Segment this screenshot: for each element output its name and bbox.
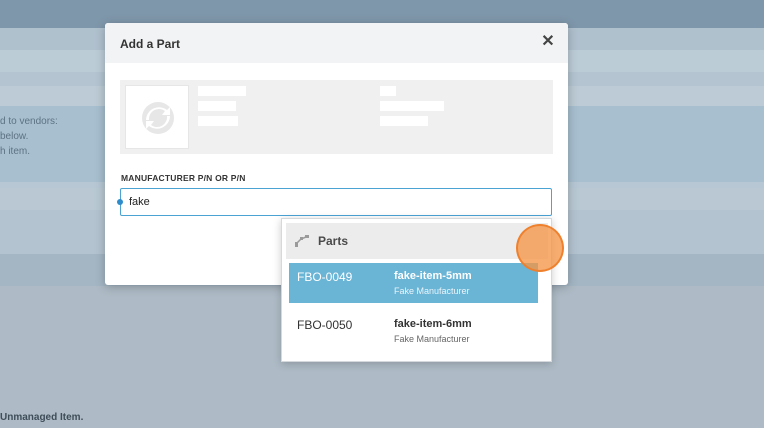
background-info-text: d to vendors: xyxy=(0,116,58,127)
text-placeholder xyxy=(380,86,396,96)
part-image-placeholder xyxy=(125,85,189,149)
text-placeholder xyxy=(198,86,246,96)
dropdown-section-label: Parts xyxy=(318,234,349,248)
modal-title: Add a Part xyxy=(120,37,181,51)
part-option[interactable]: FBO-0050 fake-item-6mm Fake Manufacturer xyxy=(289,311,538,351)
part-number-input[interactable] xyxy=(129,194,539,210)
parts-icon xyxy=(294,234,310,253)
text-placeholder xyxy=(198,116,238,126)
text-placeholder xyxy=(198,101,236,111)
dropdown-section-header: Parts xyxy=(286,223,548,259)
part-option[interactable]: FBO-0049 fake-item-5mm Fake Manufacturer xyxy=(289,263,538,303)
background-footer-text: Unmanaged Item. xyxy=(0,412,84,423)
text-placeholder xyxy=(380,101,444,111)
background-info-text: h item. xyxy=(0,146,31,157)
part-option-manufacturer: Fake Manufacturer xyxy=(394,286,470,296)
close-icon[interactable]: ✕ xyxy=(540,33,556,51)
modal-header: Add a Part ✕ xyxy=(105,23,568,63)
part-option-manufacturer: Fake Manufacturer xyxy=(394,334,470,344)
part-option-pn: FBO-0049 xyxy=(297,270,353,284)
part-number-field[interactable] xyxy=(117,188,552,216)
part-option-name: fake-item-5mm xyxy=(394,270,472,282)
loading-icon xyxy=(142,102,174,134)
part-option-pn: FBO-0050 xyxy=(297,318,353,332)
text-placeholder xyxy=(380,116,428,126)
part-option-name: fake-item-6mm xyxy=(394,318,472,330)
part-preview-placeholder xyxy=(120,80,553,154)
part-suggestions-dropdown: Parts FBO-0049 fake-item-5mm Fake Manufa… xyxy=(281,218,552,362)
background-info-text: below. xyxy=(0,131,29,142)
field-label: MANUFACTURER P/N OR P/N xyxy=(121,173,246,183)
focus-indicator xyxy=(117,199,123,205)
